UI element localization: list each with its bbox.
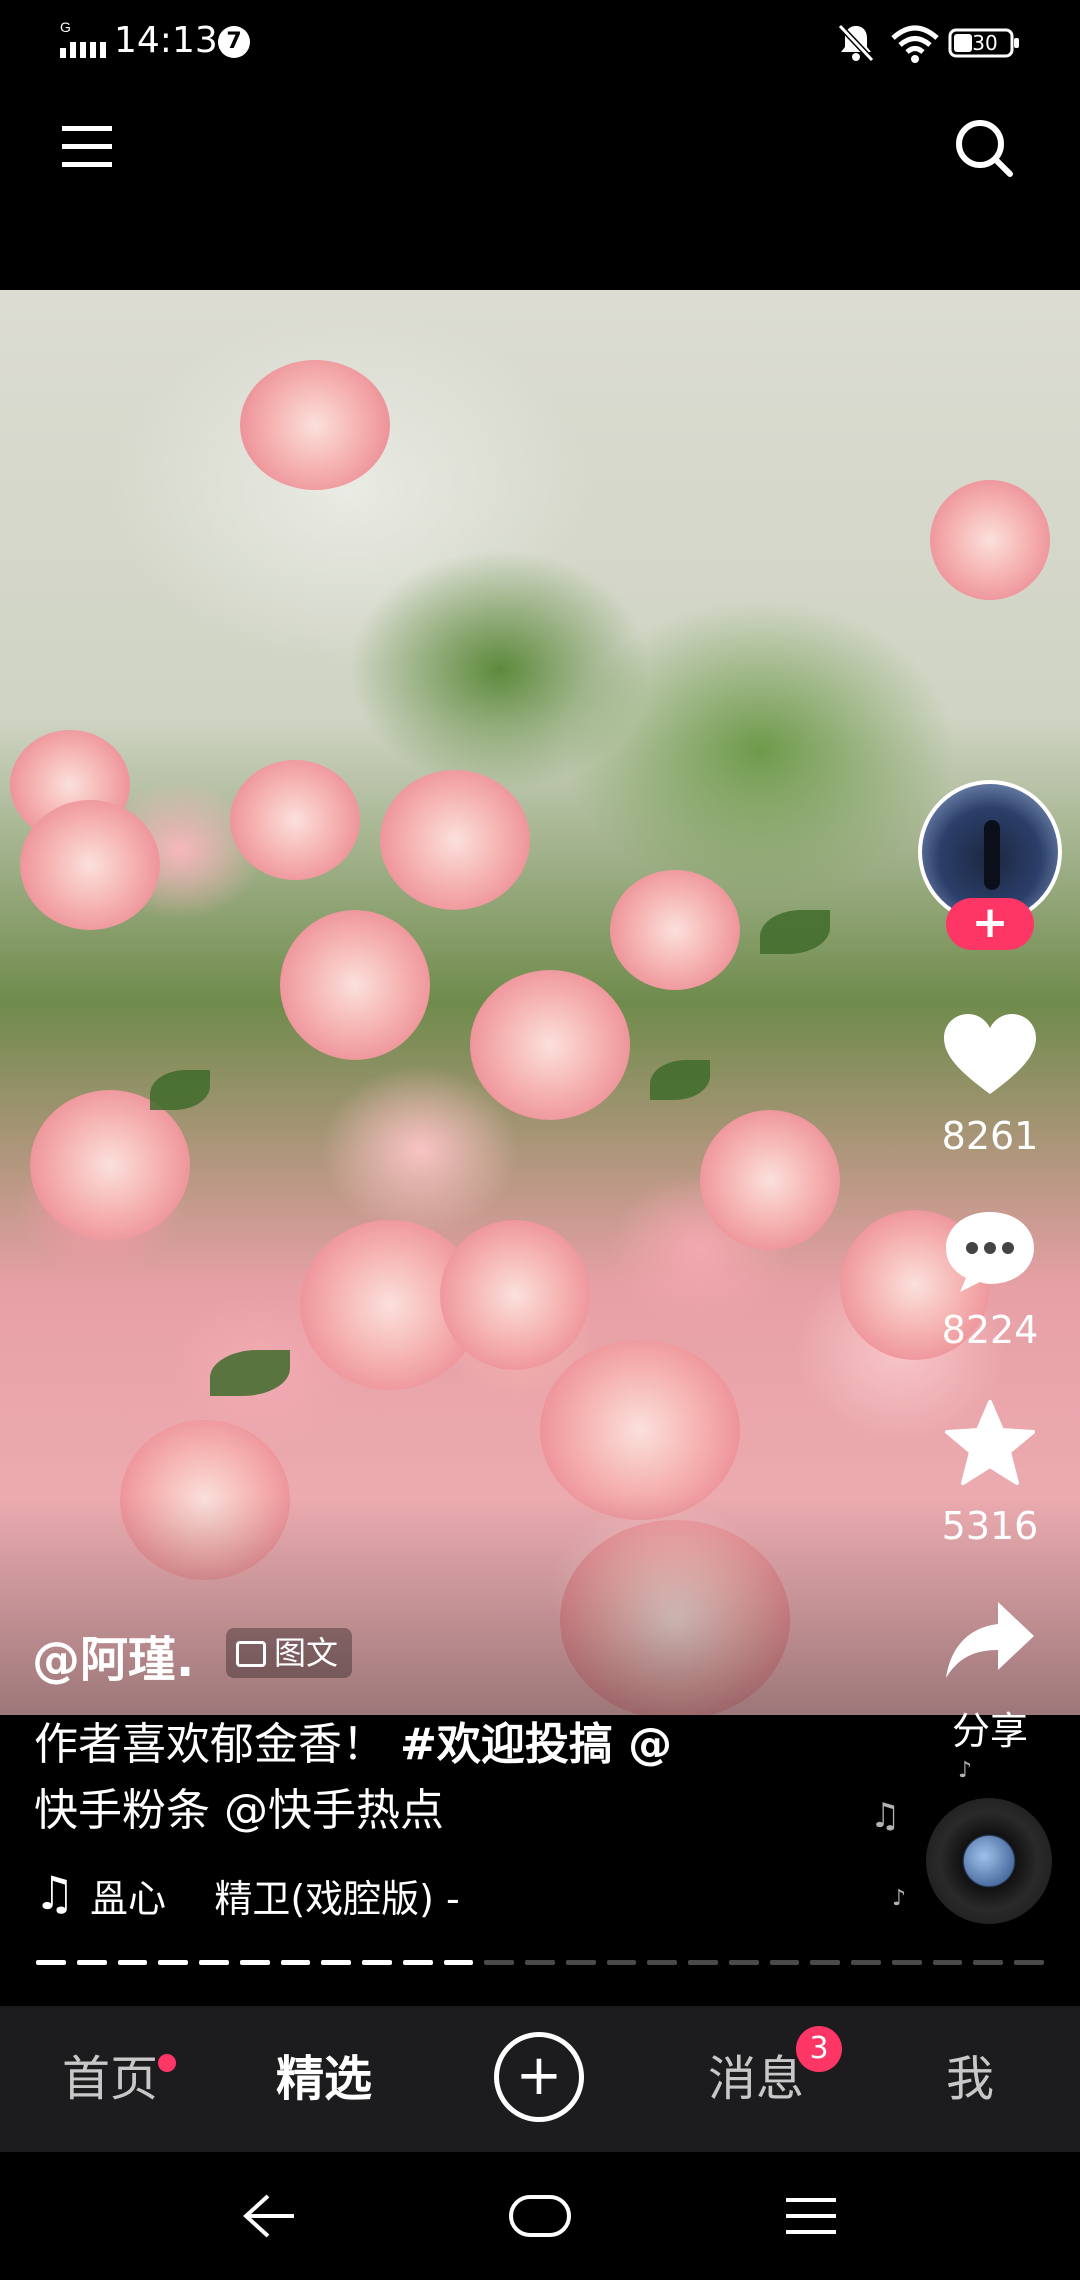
post-image[interactable] [0, 290, 1080, 1715]
progress-segment [891, 1960, 922, 1965]
progress-segment [239, 1960, 270, 1965]
comment-count: 8224 [941, 1308, 1039, 1352]
follow-button[interactable]: + [946, 898, 1034, 950]
progress-segment [810, 1960, 841, 1965]
rose-decoration [610, 870, 740, 990]
progress-segment [769, 1960, 800, 1965]
leaf-decoration [150, 1070, 210, 1110]
signal-icon: G [60, 19, 106, 58]
progress-segment [321, 1960, 352, 1965]
like-count: 8261 [941, 1114, 1039, 1158]
caption-line-2[interactable]: 快手粉条 @快手热点 [34, 1785, 444, 1836]
post-type-label: 图文 [274, 1634, 339, 1672]
rose-decoration [30, 1090, 190, 1240]
caption-text: 作者喜欢郁金香！ [34, 1719, 400, 1770]
progress-segment [932, 1960, 963, 1965]
tab-messages[interactable]: 消息 [686, 2006, 826, 2152]
rose-decoration [240, 360, 390, 490]
progress-segment [851, 1960, 881, 1965]
recent-apps-icon[interactable] [782, 2190, 840, 2242]
rose-decoration [280, 910, 430, 1060]
progress-segment [158, 1960, 189, 1965]
leaf-decoration [650, 1060, 710, 1100]
progress-segment [484, 1960, 515, 1965]
progress-segment [565, 1960, 596, 1965]
create-post-button[interactable]: + [494, 2032, 584, 2122]
rose-decoration [230, 760, 360, 880]
caption-hashtag[interactable]: #欢迎投搞 @ [400, 1719, 672, 1770]
progress-segment [36, 1960, 66, 1965]
progress-segment [76, 1960, 107, 1965]
comment-icon[interactable] [940, 1206, 1040, 1296]
rose-decoration [380, 770, 530, 910]
avatar-figure [984, 820, 1000, 890]
progress-segment [199, 1960, 229, 1965]
network-type-label: G [60, 19, 71, 35]
rose-decoration [20, 800, 160, 930]
tab-me[interactable]: 我 [910, 2006, 1030, 2152]
share-label[interactable]: 分享 [900, 1700, 1080, 1755]
back-icon[interactable] [238, 2188, 298, 2244]
rose-decoration [470, 970, 630, 1120]
status-bar: G 14:13 7 30 [0, 0, 1080, 90]
share-icon[interactable] [940, 1596, 1040, 1686]
progress-segment [525, 1960, 555, 1965]
wifi-icon [891, 25, 939, 63]
progress-segment [443, 1960, 474, 1965]
tab-featured[interactable]: 精选 [254, 2006, 394, 2152]
heart-icon[interactable] [940, 1010, 1040, 1100]
rose-decoration [440, 1220, 590, 1370]
floating-note-icon: ♪ [958, 1758, 973, 1783]
messages-badge: 3 [796, 2026, 842, 2072]
rose-decoration [540, 1340, 740, 1520]
rose-decoration [700, 1110, 840, 1250]
music-disc-cover [964, 1836, 1014, 1886]
caption[interactable]: 作者喜欢郁金香！ #欢迎投搞 @ 快手粉条 @快手热点 [34, 1712, 794, 1844]
music-disc[interactable] [926, 1798, 1052, 1924]
progress-segment [1014, 1960, 1044, 1965]
progress-segment [647, 1960, 678, 1965]
leaf-decoration [760, 910, 830, 954]
image-progress-indicator [36, 1960, 1044, 1966]
floating-note-icon: ♫ [870, 1796, 901, 1836]
system-nav-bar [0, 2152, 1080, 2280]
music-title[interactable]: 𥁕心 精卫(戏腔版) - [90, 1868, 460, 1923]
battery-level: 30 [972, 31, 998, 55]
progress-segment [402, 1960, 433, 1965]
star-icon[interactable] [940, 1398, 1040, 1488]
notification-count-badge: 7 [218, 26, 250, 58]
floating-note-icon: ♪ [892, 1886, 907, 1911]
author-name[interactable]: @阿瑾. [32, 1620, 194, 1690]
tab-home[interactable]: 首页 [40, 2006, 180, 2152]
progress-segment [973, 1960, 1004, 1965]
music-note-icon: ♫ [34, 1866, 76, 1920]
search-icon[interactable] [948, 112, 1018, 182]
favorite-count: 5316 [941, 1504, 1039, 1548]
progress-segment [280, 1960, 311, 1965]
bottom-nav: 首页 精选 + 消息 3 我 [0, 2006, 1080, 2152]
post-type-tag: 图文 [226, 1628, 353, 1678]
progress-segment [728, 1960, 759, 1965]
rose-decoration [930, 480, 1050, 600]
leaf-decoration [210, 1350, 290, 1396]
bell-off-icon [837, 23, 875, 63]
progress-segment [362, 1960, 392, 1965]
home-icon[interactable] [508, 2192, 572, 2240]
clock: 14:13 [114, 20, 218, 61]
progress-segment [606, 1960, 637, 1965]
home-new-dot [158, 2054, 176, 2072]
image-text-icon [236, 1641, 266, 1667]
progress-segment [688, 1960, 718, 1965]
menu-icon[interactable] [52, 112, 122, 182]
progress-segment [117, 1960, 148, 1965]
